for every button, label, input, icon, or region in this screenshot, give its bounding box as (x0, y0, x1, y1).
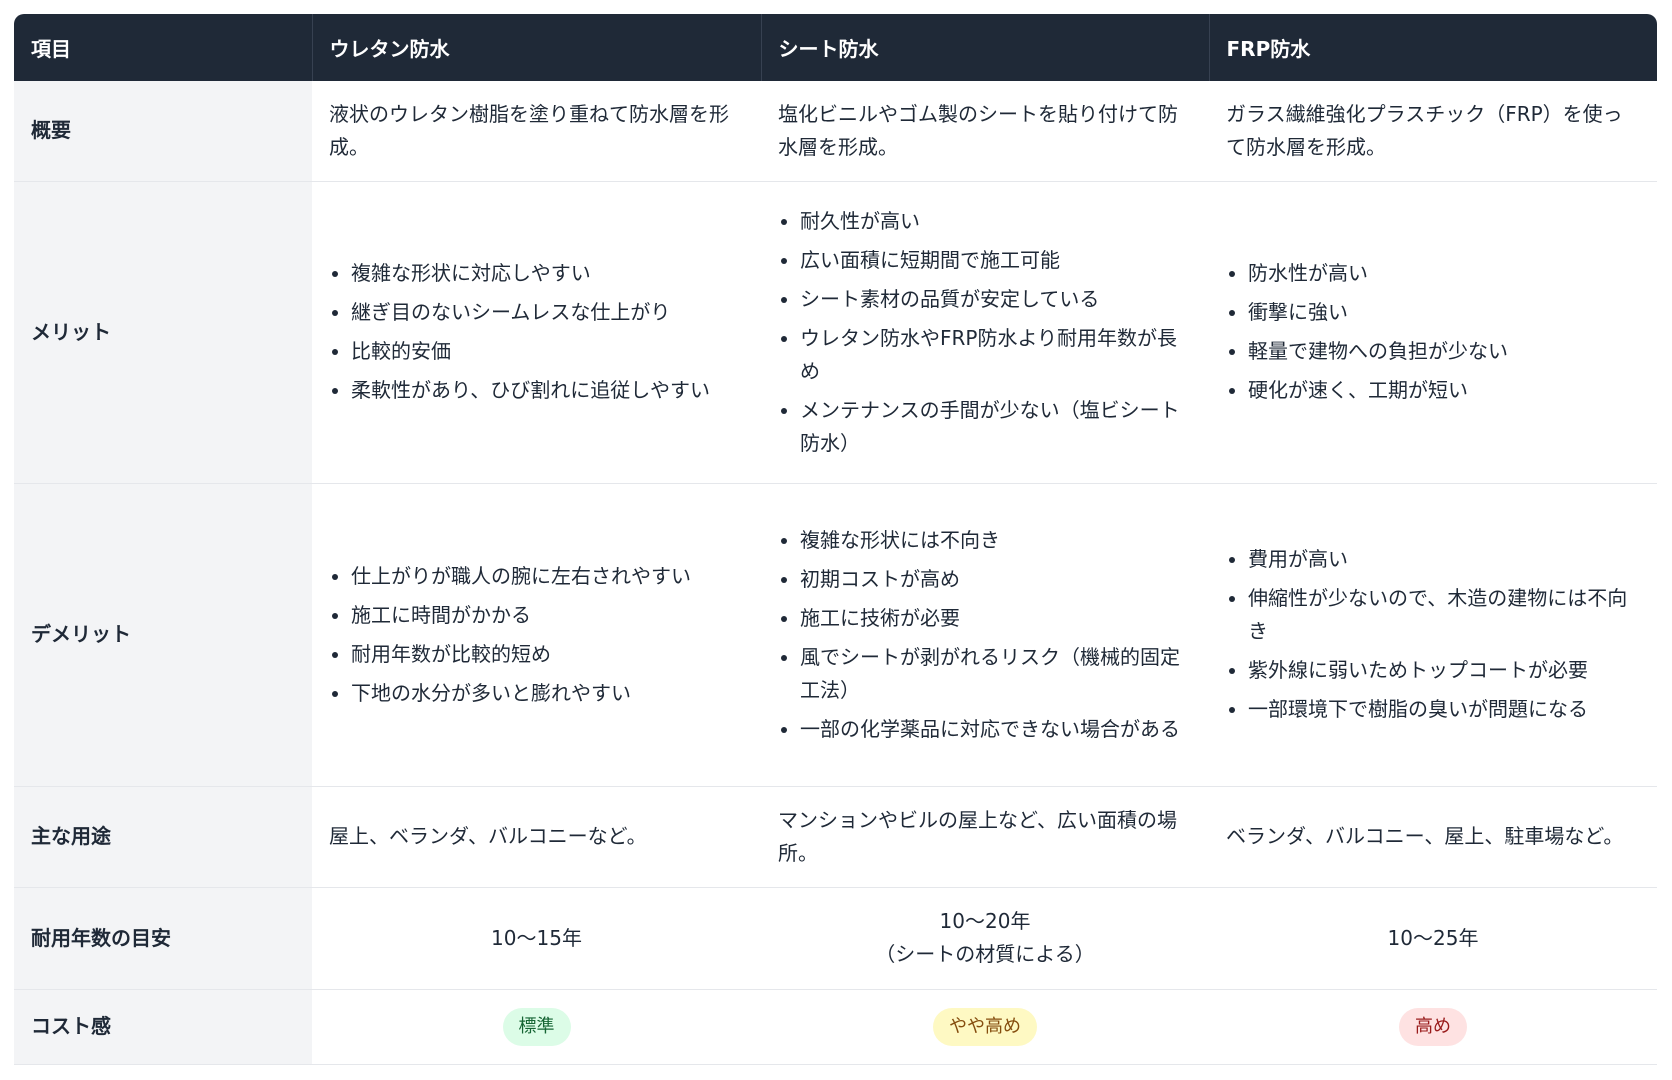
bullet-list: 仕上がりが職人の腕に左右されやすい 施工に時間がかかる 耐用年数が比較的短め 下… (329, 560, 744, 710)
row-label: デメリット (14, 483, 312, 787)
row-uses: 主な用途 屋上、ベランダ、バルコニーなど。 マンションやビルの屋上など、広い面積… (14, 786, 1657, 888)
row-label: 概要 (14, 81, 312, 182)
list-item: 複雑な形状に対応しやすい (351, 257, 744, 290)
cost-badge-standard: 標準 (502, 1007, 571, 1046)
list-item: 伸縮性が少ないので、木造の建物には不向き (1248, 582, 1640, 648)
header-frp: FRP防水 (1208, 14, 1657, 81)
list-item: 紫外線に弱いためトップコートが必要 (1248, 654, 1640, 687)
cell: 複雑な形状には不向き 初期コストが高め 施工に技術が必要 風でシートが剥がれるリ… (761, 483, 1209, 787)
list-item: 比較的安価 (351, 335, 744, 368)
row-label: コスト感 (14, 989, 312, 1065)
cell: ガラス繊維強化プラスチック（FRP）を使って防水層を形成。 (1209, 81, 1657, 182)
cell: 標準 (312, 989, 761, 1065)
list-item: ウレタン防水やFRP防水より耐用年数が長め (800, 322, 1192, 388)
list-item: メンテナンスの手間が少ない（塩ビシート防水） (800, 394, 1192, 460)
list-item: 継ぎ目のないシームレスな仕上がり (351, 296, 744, 329)
bullet-list: 複雑な形状に対応しやすい 継ぎ目のないシームレスな仕上がり 比較的安価 柔軟性が… (329, 257, 744, 407)
cell: マンションやビルの屋上など、広い面積の場所。 (761, 786, 1209, 888)
list-item: 広い面積に短期間で施工可能 (800, 244, 1192, 277)
header-sheet: シート防水 (760, 14, 1209, 81)
cell: 塩化ビニルやゴム製のシートを貼り付けて防水層を形成。 (761, 81, 1209, 182)
list-item: 下地の水分が多いと膨れやすい (351, 677, 744, 710)
list-item: シート素材の品質が安定している (800, 283, 1192, 316)
lifespan-note: （シートの材質による） (875, 942, 1095, 966)
cell: 耐久性が高い 広い面積に短期間で施工可能 シート素材の品質が安定している ウレタ… (761, 181, 1209, 484)
header-row: 項目 ウレタン防水 シート防水 FRP防水 (14, 14, 1657, 81)
comparison-table: 項目 ウレタン防水 シート防水 FRP防水 概要 液状のウレタン樹脂を塗り重ねて… (14, 14, 1657, 1065)
bullet-list: 費用が高い 伸縮性が少ないので、木造の建物には不向き 紫外線に弱いためトップコー… (1226, 543, 1640, 726)
row-label: 耐用年数の目安 (14, 887, 312, 990)
list-item: 耐久性が高い (800, 205, 1192, 238)
header-urethane: ウレタン防水 (311, 14, 761, 81)
list-item: 初期コストが高め (800, 563, 1192, 596)
cell: 屋上、ベランダ、バルコニーなど。 (312, 786, 761, 888)
cell: 複雑な形状に対応しやすい 継ぎ目のないシームレスな仕上がり 比較的安価 柔軟性が… (312, 181, 761, 484)
list-item: 硬化が速く、工期が短い (1248, 374, 1640, 407)
list-item: 仕上がりが職人の腕に左右されやすい (351, 560, 744, 593)
cell: 防水性が高い 衝撃に強い 軽量で建物への負担が少ない 硬化が速く、工期が短い (1209, 181, 1657, 484)
cell: 高め (1209, 989, 1657, 1065)
bullet-list: 耐久性が高い 広い面積に短期間で施工可能 シート素材の品質が安定している ウレタ… (778, 205, 1192, 460)
row-label: メリット (14, 181, 312, 484)
bullet-list: 複雑な形状には不向き 初期コストが高め 施工に技術が必要 風でシートが剥がれるリ… (778, 524, 1192, 746)
cell: やや高め (761, 989, 1209, 1065)
row-demerits: デメリット 仕上がりが職人の腕に左右されやすい 施工に時間がかかる 耐用年数が比… (14, 483, 1657, 787)
cell: 費用が高い 伸縮性が少ないので、木造の建物には不向き 紫外線に弱いためトップコー… (1209, 483, 1657, 787)
cost-badge-high: 高め (1399, 1007, 1467, 1046)
list-item: 施工に時間がかかる (351, 599, 744, 632)
list-item: 一部の化学薬品に対応できない場合がある (800, 713, 1192, 746)
row-overview: 概要 液状のウレタン樹脂を塗り重ねて防水層を形成。 塩化ビニルやゴム製のシートを… (14, 81, 1657, 182)
list-item: 施工に技術が必要 (800, 602, 1192, 635)
row-merits: メリット 複雑な形状に対応しやすい 継ぎ目のないシームレスな仕上がり 比較的安価… (14, 181, 1657, 484)
list-item: 耐用年数が比較的短め (351, 638, 744, 671)
list-item: 軽量で建物への負担が少ない (1248, 335, 1640, 368)
row-cost: コスト感 標準 やや高め 高め (14, 989, 1657, 1065)
list-item: 風でシートが剥がれるリスク（機械的固定工法） (800, 641, 1192, 707)
cost-badge-somewhat-high: やや高め (933, 1007, 1037, 1046)
cell: 10〜15年 (312, 887, 761, 990)
cell: 10〜25年 (1209, 887, 1657, 990)
list-item: 衝撃に強い (1248, 296, 1640, 329)
cell: 10〜20年 （シートの材質による） (761, 887, 1209, 990)
bullet-list: 防水性が高い 衝撃に強い 軽量で建物への負担が少ない 硬化が速く、工期が短い (1226, 257, 1640, 407)
list-item: 複雑な形状には不向き (800, 524, 1192, 557)
cell: ベランダ、バルコニー、屋上、駐車場など。 (1209, 786, 1657, 888)
list-item: 防水性が高い (1248, 257, 1640, 290)
header-item: 項目 (14, 14, 312, 81)
list-item: 一部環境下で樹脂の臭いが問題になる (1248, 693, 1640, 726)
cell: 液状のウレタン樹脂を塗り重ねて防水層を形成。 (312, 81, 761, 182)
row-lifespan: 耐用年数の目安 10〜15年 10〜20年 （シートの材質による） 10〜25年 (14, 887, 1657, 990)
list-item: 費用が高い (1248, 543, 1640, 576)
lifespan-value: 10〜20年 (939, 909, 1031, 933)
list-item: 柔軟性があり、ひび割れに追従しやすい (351, 374, 744, 407)
cell: 仕上がりが職人の腕に左右されやすい 施工に時間がかかる 耐用年数が比較的短め 下… (312, 483, 761, 787)
row-label: 主な用途 (14, 786, 312, 888)
